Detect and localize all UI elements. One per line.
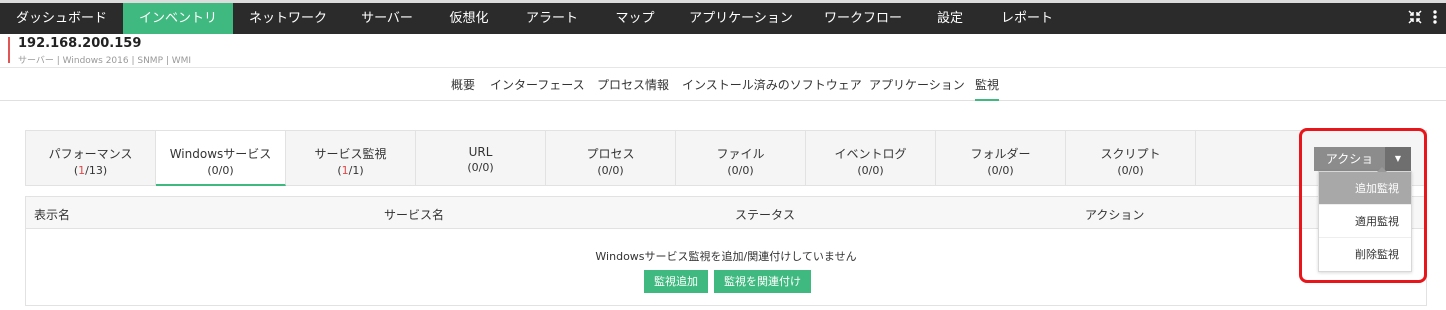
monitor-tab-count: (1/1) xyxy=(337,164,364,177)
tab-processes[interactable]: プロセス情報 xyxy=(597,76,669,93)
tab-overview[interactable]: 概要 xyxy=(451,76,475,93)
column-action[interactable]: アクション xyxy=(1085,206,1144,223)
monitor-tab-count: (0/0) xyxy=(597,164,624,177)
monitor-tab-count: (0/0) xyxy=(1117,164,1144,177)
monitor-tab-name: プロセス xyxy=(586,147,635,161)
action-button-label: アクション xyxy=(1314,147,1385,190)
monitor-tabs-panel: パフォーマンス (1/13) Windowsサービス (0/0) サービス監視 … xyxy=(25,130,1427,186)
monitor-tab-process[interactable]: プロセス (0/0) xyxy=(546,131,676,186)
monitor-tab-folder[interactable]: フォルダー (0/0) xyxy=(936,131,1066,186)
monitor-tab-name: サービス監視 xyxy=(314,147,387,161)
nav-inventory[interactable]: インベントリ xyxy=(123,3,233,34)
nav-workflow[interactable]: ワークフロー xyxy=(809,3,917,34)
monitor-tab-count: (0/0) xyxy=(467,161,494,174)
empty-state-message: Windowsサービス監視を追加/関連付けしていません xyxy=(595,250,857,263)
monitor-tab-count: (0/0) xyxy=(727,164,754,177)
add-monitor-button[interactable]: 監視追加 xyxy=(644,270,708,293)
monitor-tab-url[interactable]: URL (0/0) xyxy=(416,131,546,186)
monitor-tab-count: (0/0) xyxy=(857,164,884,177)
windows-services-table: 表示名 サービス名 ステータス アクション Windowsサービス監視を追加/関… xyxy=(25,196,1427,306)
tab-installed-software[interactable]: インストール済みのソフトウェア xyxy=(682,76,862,93)
menu-item-add-monitor[interactable]: 追加監視 xyxy=(1319,172,1411,205)
tab-monitors[interactable]: 監視 xyxy=(975,76,1000,101)
tab-applications[interactable]: アプリケーション xyxy=(869,76,965,93)
device-status-bar xyxy=(8,37,10,63)
monitor-tab-eventlog[interactable]: イベントログ (0/0) xyxy=(806,131,936,186)
monitor-tab-name: スクリプト xyxy=(1100,147,1161,161)
nav-maps[interactable]: マップ xyxy=(597,3,673,34)
nav-virtualization[interactable]: 仮想化 xyxy=(431,3,507,34)
nav-settings[interactable]: 設定 xyxy=(917,3,983,34)
monitor-tab-count: (0/0) xyxy=(987,164,1014,177)
monitor-tab-file[interactable]: ファイル (0/0) xyxy=(676,131,806,186)
monitor-tab-name: ファイル xyxy=(716,147,765,161)
monitor-tab-name: フォルダー xyxy=(970,147,1031,161)
monitor-tab-count: (1/13) xyxy=(73,164,108,177)
action-dropdown-menu: 追加監視 適用監視 削除監視 xyxy=(1318,167,1412,272)
chevron-down-icon[interactable]: ▼ xyxy=(1385,147,1411,171)
nav-server[interactable]: サーバー xyxy=(343,3,431,34)
nav-network[interactable]: ネットワーク xyxy=(233,3,343,34)
menu-item-apply-monitor[interactable]: 適用監視 xyxy=(1319,205,1411,238)
dropdown-arrow xyxy=(1377,167,1387,172)
nav-dashboard[interactable]: ダッシュボード xyxy=(0,3,123,34)
nav-reports[interactable]: レポート xyxy=(983,3,1071,34)
menu-item-delete-monitor[interactable]: 削除監視 xyxy=(1319,238,1411,271)
monitor-tab-name: パフォーマンス xyxy=(48,147,133,161)
column-service-name[interactable]: サービス名 xyxy=(384,206,444,223)
nav-applications[interactable]: アプリケーション xyxy=(673,3,809,34)
action-button[interactable]: アクション ▼ xyxy=(1314,147,1411,190)
monitor-tab-windows-services[interactable]: Windowsサービス (0/0) xyxy=(156,131,286,186)
tab-interfaces[interactable]: インターフェース xyxy=(490,76,585,93)
device-subtabs: 概要 インターフェース プロセス情報 インストール済みのソフトウェア アプリケー… xyxy=(0,68,1446,101)
monitor-tab-name: Windowsサービス xyxy=(169,147,272,161)
monitor-tab-name: イベントログ xyxy=(834,147,907,161)
top-navigation: ダッシュボード インベントリ ネットワーク サーバー 仮想化 アラート マップ … xyxy=(0,0,1446,34)
monitor-tab-script[interactable]: スクリプト (0/0) xyxy=(1066,131,1196,186)
monitor-tab-performance[interactable]: パフォーマンス (1/13) xyxy=(26,131,156,186)
table-header: 表示名 サービス名 ステータス アクション xyxy=(26,197,1426,229)
device-ip: 192.168.200.159 xyxy=(18,36,142,51)
monitor-tab-count: (0/0) xyxy=(207,164,234,177)
monitor-tab-service-monitors[interactable]: サービス監視 (1/1) xyxy=(286,131,416,186)
kebab-menu-icon[interactable] xyxy=(1432,9,1438,28)
nav-corner-tools xyxy=(1408,3,1438,34)
device-meta: サーバー | Windows 2016 | SNMP | WMI xyxy=(18,56,192,66)
column-display-name[interactable]: 表示名 xyxy=(34,206,70,223)
nav-alarms[interactable]: アラート xyxy=(507,3,597,34)
monitor-tab-name: URL xyxy=(468,145,493,159)
collapse-icon[interactable] xyxy=(1408,9,1422,28)
device-header: 192.168.200.159 サーバー | Windows 2016 | SN… xyxy=(0,34,1446,68)
associate-monitor-button[interactable]: 監視を関連付け xyxy=(714,270,811,293)
column-status[interactable]: ステータス xyxy=(735,206,795,223)
